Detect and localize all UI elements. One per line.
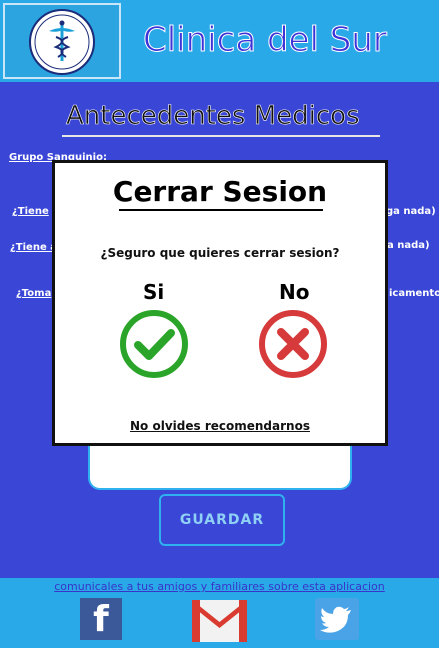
facebook-icon[interactable]: f — [80, 598, 122, 640]
question-3-tail: icamento — [389, 288, 439, 299]
app-header: Clinica del Sur — [0, 0, 439, 82]
question-3-label: ¿Toma — [16, 288, 52, 299]
no-label: No — [279, 280, 310, 304]
question-1-tail: ga nada) — [386, 206, 436, 217]
yes-label: Si — [143, 280, 165, 304]
share-link[interactable]: comunicales a tus amigos y familiares so… — [0, 580, 439, 593]
twitter-icon[interactable] — [315, 598, 359, 640]
cancel-x-icon[interactable] — [257, 308, 329, 380]
page-heading: Antecedentes Medicos — [66, 101, 360, 132]
caduceus-icon — [29, 9, 95, 75]
dialog-title-underline — [119, 209, 323, 211]
app-footer: comunicales a tus amigos y familiares so… — [0, 578, 439, 648]
gmail-icon[interactable] — [192, 600, 247, 642]
question-2-tail: a nada) — [387, 240, 430, 251]
recommend-link[interactable]: No olvides recomendarnos — [55, 419, 385, 433]
app-title: Clinica del Sur — [143, 20, 388, 61]
dialog-title: Cerrar Sesion — [112, 175, 328, 208]
save-button[interactable]: GUARDAR — [159, 494, 285, 546]
question-2-label: ¿Tiene a — [10, 242, 57, 253]
dialog-question: ¿Seguro que quieres cerrar sesion? — [100, 246, 340, 260]
heading-underline — [62, 135, 380, 137]
logout-dialog: Cerrar Sesion ¿Seguro que quieres cerrar… — [52, 160, 388, 446]
question-1-label: ¿Tiene — [12, 206, 49, 217]
confirm-check-icon[interactable] — [118, 308, 190, 380]
clinic-logo — [3, 3, 121, 79]
